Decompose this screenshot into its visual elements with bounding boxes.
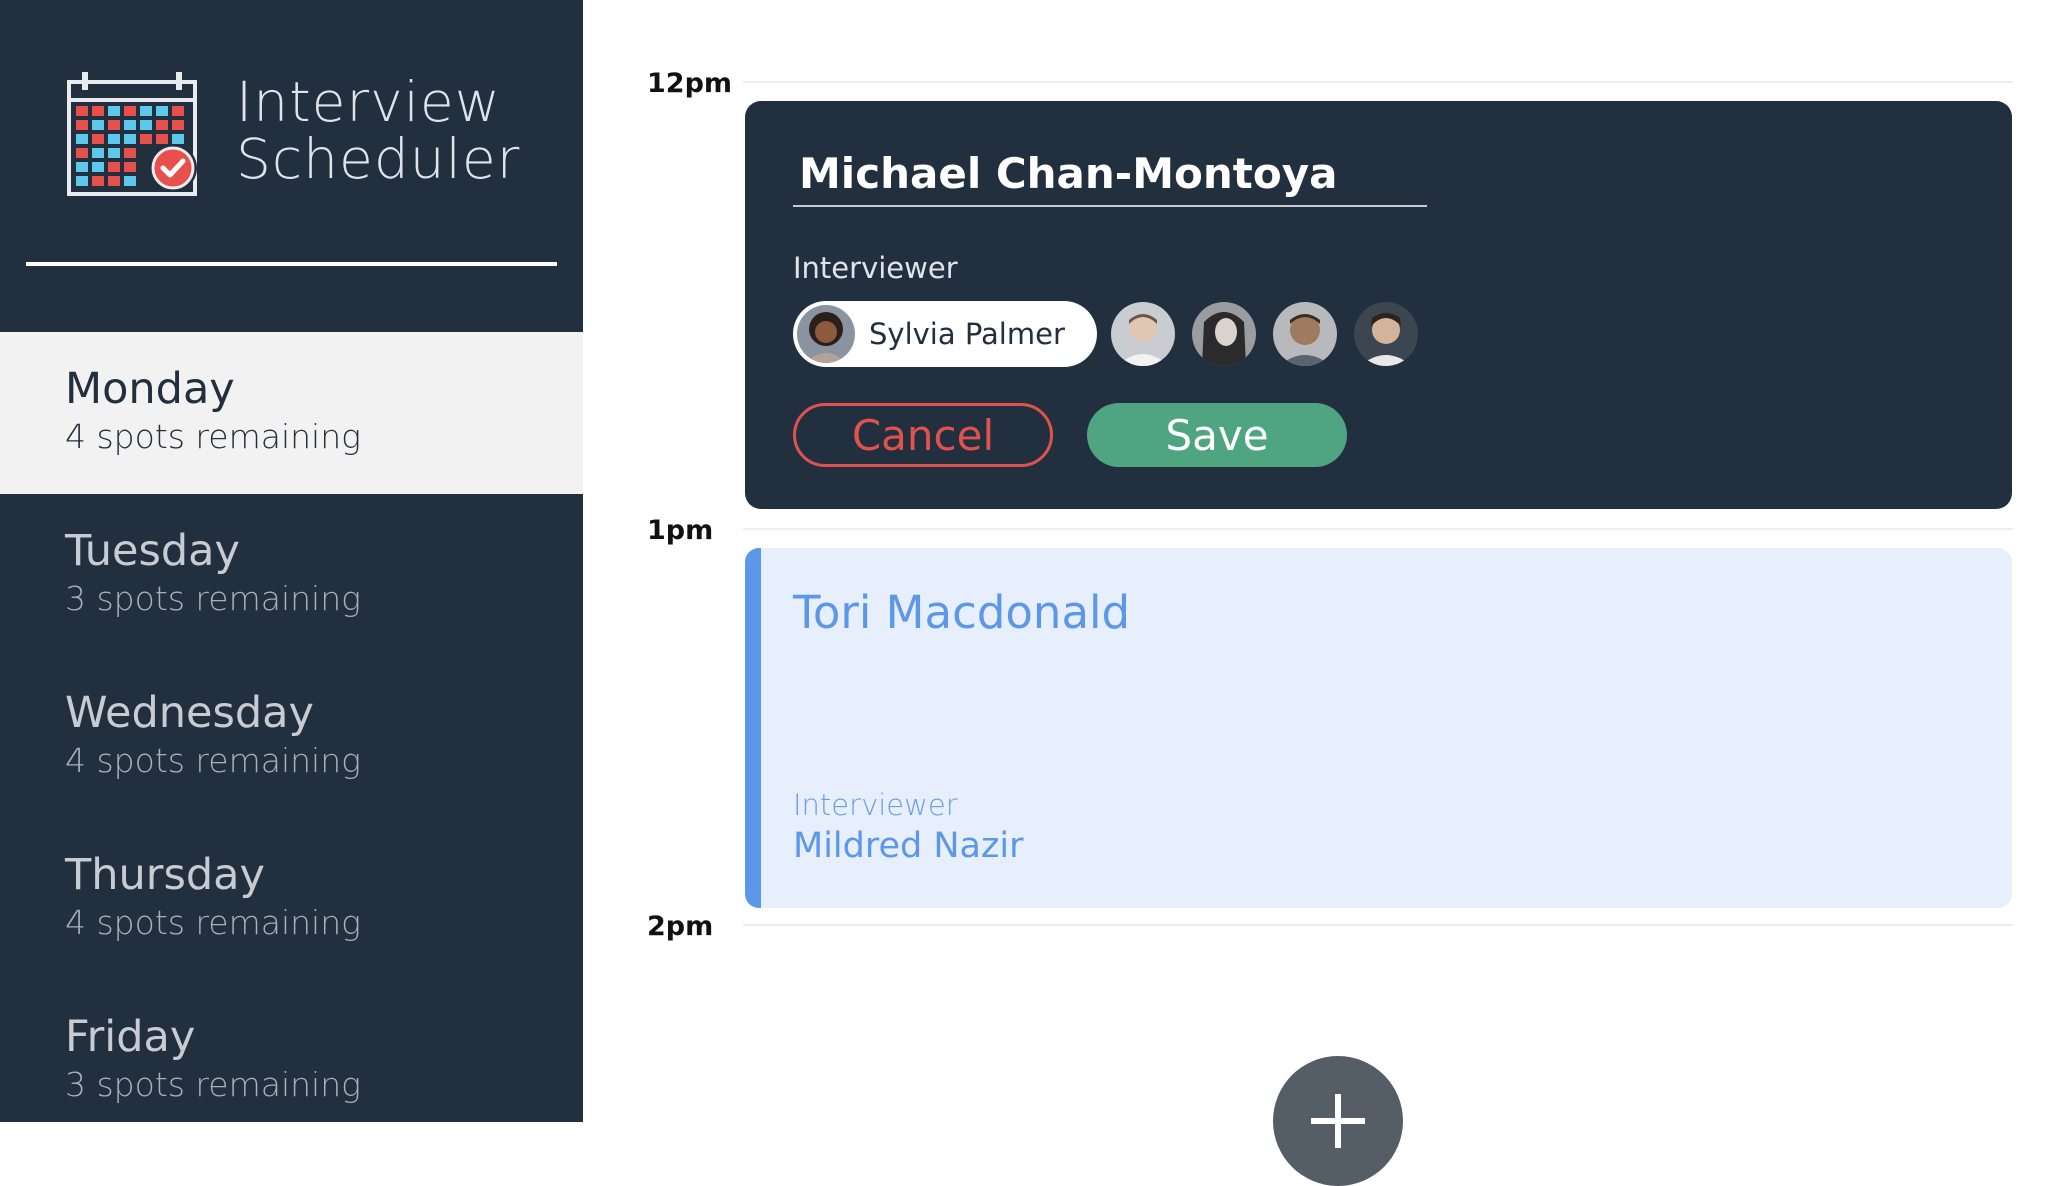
save-button[interactable]: Save — [1087, 403, 1347, 467]
schedule: 12pm 1pm 2pm Interviewer Sylvia Palmer — [583, 0, 2048, 1186]
interviewer-label: Interviewer — [793, 251, 958, 285]
interviewer-name: Sylvia Palmer — [869, 317, 1065, 351]
day-item-friday[interactable]: Friday 3 spots remaining — [0, 980, 583, 1142]
day-name: Thursday — [65, 850, 265, 900]
app-title-line2: Scheduler — [236, 127, 521, 191]
interviewer-avatar[interactable] — [1353, 302, 1418, 366]
appointment-interviewer: Mildred Nazir — [793, 826, 1024, 866]
hour-label: 2pm — [647, 911, 714, 942]
appointment-student: Tori Macdonald — [793, 586, 1131, 639]
app-title: Interview Scheduler — [236, 74, 520, 188]
hour-divider — [743, 528, 2013, 530]
day-name: Monday — [65, 364, 235, 414]
cancel-button[interactable]: Cancel — [793, 403, 1053, 467]
hour-label: 12pm — [647, 68, 733, 99]
avatar — [797, 305, 855, 363]
day-name: Wednesday — [65, 688, 314, 738]
day-spots: 4 spots remaining — [65, 903, 361, 942]
brand: Interview Scheduler — [66, 68, 520, 198]
day-spots: 4 spots remaining — [65, 741, 361, 780]
student-name-input[interactable] — [793, 141, 1427, 207]
hour-label: 1pm — [647, 515, 714, 546]
app-title-line1: Interview — [236, 70, 501, 134]
hour-divider — [743, 924, 2013, 926]
appointment-card[interactable]: Tori Macdonald Interviewer Mildred Nazir — [745, 548, 2012, 908]
add-appointment-button[interactable] — [1273, 1056, 1403, 1186]
day-item-tuesday[interactable]: Tuesday 3 spots remaining — [0, 494, 583, 656]
interviewer-selected[interactable]: Sylvia Palmer — [793, 301, 1097, 367]
sidebar: Interview Scheduler Monday 4 spots remai… — [0, 0, 583, 1122]
appointment-accent — [745, 548, 761, 908]
day-spots: 4 spots remaining — [65, 417, 361, 456]
appointment-interviewer-label: Interviewer — [793, 788, 958, 822]
sidebar-divider — [26, 262, 557, 266]
day-spots: 3 spots remaining — [65, 579, 361, 618]
day-item-wednesday[interactable]: Wednesday 4 spots remaining — [0, 656, 583, 818]
interviewer-avatar[interactable] — [1191, 302, 1256, 366]
interviewer-avatar[interactable] — [1110, 302, 1175, 366]
interviewer-avatar[interactable] — [1272, 302, 1337, 366]
appointment-form: Interviewer Sylvia Palmer — [745, 101, 2012, 509]
day-name: Tuesday — [65, 526, 240, 576]
day-spots: 3 spots remaining — [65, 1065, 361, 1104]
interviewer-list: Sylvia Palmer — [793, 301, 1435, 367]
day-name: Friday — [65, 1012, 196, 1062]
day-list: Monday 4 spots remaining Tuesday 3 spots… — [0, 332, 583, 1142]
day-item-thursday[interactable]: Thursday 4 spots remaining — [0, 818, 583, 980]
plus-icon — [1311, 1094, 1365, 1148]
calendar-check-icon — [67, 72, 197, 196]
hour-divider — [743, 81, 2013, 83]
day-item-monday[interactable]: Monday 4 spots remaining — [0, 332, 583, 494]
